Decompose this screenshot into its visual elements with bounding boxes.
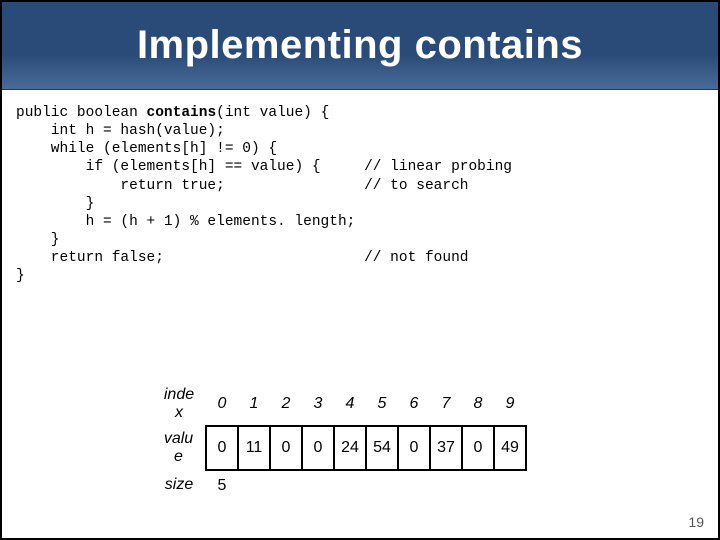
index-row: inde x 0 1 2 3 4 5 6 7 8 9 — [152, 382, 526, 426]
page-number: 19 — [688, 514, 704, 530]
code-line: h = (h + 1) % elements. length; — [16, 214, 355, 230]
value-cell: 49 — [494, 426, 526, 470]
size-row: size 5 — [152, 470, 526, 500]
code-line: int h = hash(value); — [16, 123, 225, 139]
index-cell: 5 — [366, 382, 398, 426]
value-cell: 0 — [270, 426, 302, 470]
hash-table: inde x 0 1 2 3 4 5 6 7 8 9 valu e 0 11 0… — [152, 382, 527, 500]
index-cell: 9 — [494, 382, 526, 426]
code-line: while (elements[h] != 0) { — [16, 141, 277, 157]
index-cell: 4 — [334, 382, 366, 426]
index-cell: 2 — [270, 382, 302, 426]
size-value: 5 — [206, 470, 238, 500]
value-cell: 0 — [206, 426, 238, 470]
code-comment: // to search — [364, 178, 468, 194]
code-keyword: contains — [147, 105, 217, 121]
value-cell: 37 — [430, 426, 462, 470]
code-line: } — [16, 196, 94, 212]
code-line: } — [16, 268, 25, 284]
code-line: public boolean — [16, 105, 147, 121]
index-label: inde x — [152, 382, 206, 426]
value-cell: 0 — [302, 426, 334, 470]
size-label: size — [152, 470, 206, 500]
code-block: public boolean contains(int value) { int… — [2, 90, 718, 285]
value-cell: 0 — [462, 426, 494, 470]
code-line: } — [16, 232, 60, 248]
value-cell: 0 — [398, 426, 430, 470]
value-cell: 24 — [334, 426, 366, 470]
index-cell: 6 — [398, 382, 430, 426]
value-cell: 54 — [366, 426, 398, 470]
index-cell: 8 — [462, 382, 494, 426]
index-cell: 1 — [238, 382, 270, 426]
code-line: (int value) { — [216, 105, 329, 121]
index-cell: 0 — [206, 382, 238, 426]
slide-title: Implementing contains — [137, 23, 583, 68]
code-comment: // not found — [364, 250, 468, 266]
code-comment: // linear probing — [364, 159, 512, 175]
value-row: valu e 0 11 0 0 24 54 0 37 0 49 — [152, 426, 526, 470]
code-line: return false; — [16, 250, 364, 266]
code-line: return true; — [16, 178, 364, 194]
index-cell: 7 — [430, 382, 462, 426]
title-bar: Implementing contains — [2, 2, 718, 90]
value-cell: 11 — [238, 426, 270, 470]
value-label: valu e — [152, 426, 206, 470]
code-line: if (elements[h] == value) { — [16, 159, 364, 175]
index-cell: 3 — [302, 382, 334, 426]
